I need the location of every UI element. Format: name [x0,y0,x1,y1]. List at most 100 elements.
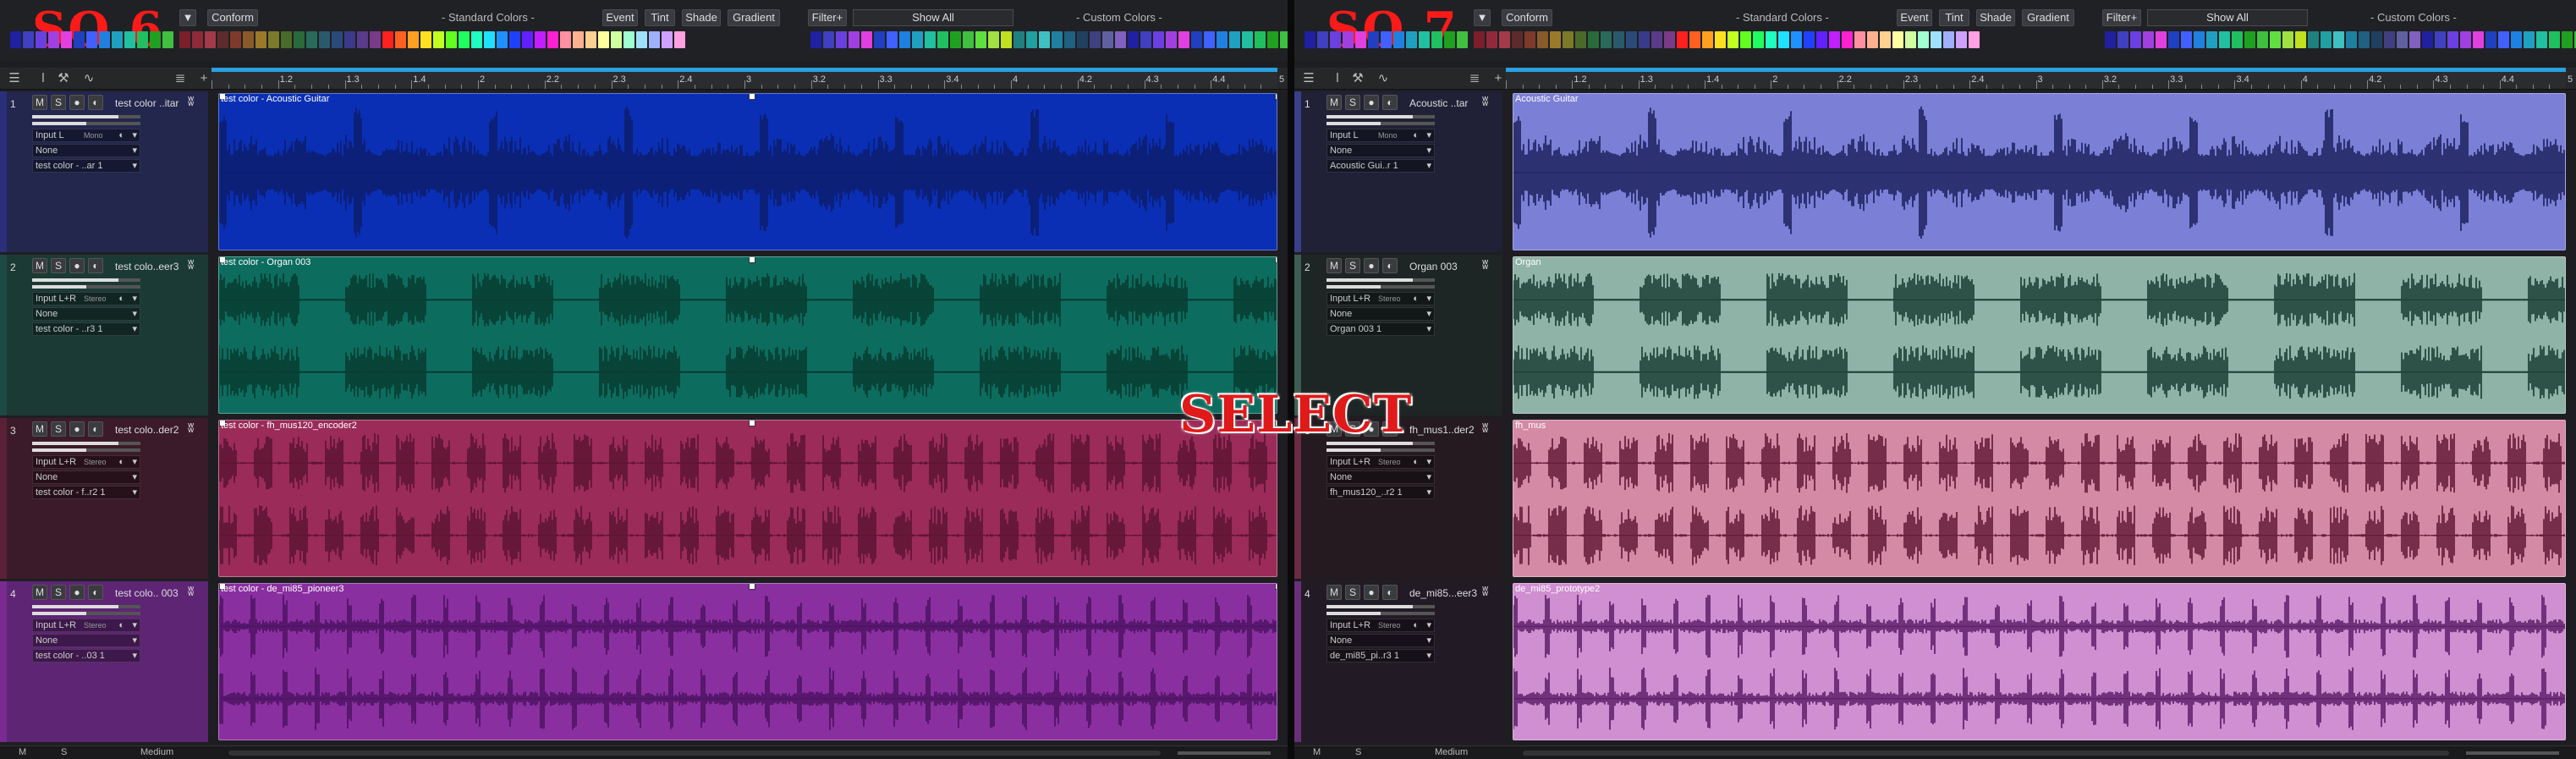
volume-fader[interactable] [1326,278,1435,282]
filter-button[interactable]: Filter+ [808,9,847,26]
color-swatch[interactable] [2371,31,2382,48]
color-swatch[interactable] [294,31,305,48]
color-swatch[interactable] [2473,31,2484,48]
list-icon[interactable]: ≣ [173,71,188,86]
color-swatch[interactable] [2244,31,2255,48]
color-swatch[interactable] [1829,31,1840,48]
loop-range[interactable] [211,68,1277,72]
color-swatch[interactable] [124,31,135,48]
color-swatch[interactable] [370,31,381,48]
color-swatch[interactable] [1563,31,1574,48]
color-swatch[interactable] [912,31,923,48]
color-swatch[interactable] [836,31,847,48]
audio-event[interactable]: fh_mus [1513,420,2566,577]
gradient-button[interactable]: Gradient [728,9,780,26]
shade-button[interactable]: Shade [682,9,721,26]
color-swatch[interactable] [925,31,936,48]
color-swatch[interactable] [433,31,444,48]
monitor-button[interactable]: ◐ [88,95,103,110]
pan-fader[interactable] [1326,612,1435,615]
track-color-strip[interactable] [1294,581,1301,742]
sidechain-select[interactable]: None ▾ [32,634,140,647]
insert-icon[interactable]: ǀ [36,71,51,86]
color-swatch[interactable] [1317,31,1328,48]
color-swatch[interactable] [2346,31,2357,48]
monitor-button[interactable]: ◐ [88,258,103,273]
color-swatch[interactable] [112,31,123,48]
color-swatch[interactable] [1153,31,1164,48]
conform-button[interactable]: Conform [207,9,258,26]
loop-range[interactable] [1506,68,2566,72]
sidechain-select[interactable]: None ▾ [1326,144,1435,157]
solo-button[interactable]: S [1345,258,1360,273]
color-swatch[interactable] [192,31,203,48]
track-color-strip[interactable] [0,418,7,579]
gradient-button[interactable]: Gradient [2022,9,2074,26]
output-select[interactable]: test color - ..ar 1 ▾ [32,159,140,173]
automation-icon[interactable]: ∿ [81,71,96,86]
solo-button[interactable]: S [51,585,66,600]
color-swatch[interactable] [2511,31,2522,48]
color-swatch[interactable] [484,31,495,48]
color-swatch[interactable] [395,31,406,48]
color-swatch[interactable] [1499,31,1510,48]
output-select[interactable]: Organ 003 1 ▾ [1326,322,1435,336]
palette-menu-button[interactable]: ▼ [1474,9,1491,26]
color-swatch[interactable] [1639,31,1650,48]
color-swatch[interactable] [1892,31,1903,48]
audio-event[interactable]: de_mi85_prototype2 [1513,583,2566,740]
sidechain-select[interactable]: None ▾ [32,307,140,321]
color-swatch[interactable] [810,31,821,48]
timeline-ruler[interactable]: 1.2 1.3 1.4 2 2.2 2.3 2.4 3 3.2 3.3 3.4 4 4.2 4.3 4.4 5 [1506,68,2573,90]
show-all-select[interactable]: Show All [853,9,1013,26]
zoom-slider[interactable] [1178,751,1271,755]
color-swatch[interactable] [2156,31,2167,48]
color-swatch[interactable] [217,31,228,48]
color-swatch[interactable] [823,31,834,48]
monitor-toggle-icon[interactable]: ◐ [1413,129,1419,141]
color-swatch[interactable] [937,31,948,48]
color-swatch[interactable] [1064,31,1075,48]
sidechain-select[interactable]: None ▾ [1326,470,1435,484]
color-swatch[interactable] [2524,31,2535,48]
color-swatch[interactable] [1474,31,1485,48]
output-select[interactable]: Acoustic Gui..r 1 ▾ [1326,159,1435,173]
color-swatch[interactable] [1330,31,1341,48]
color-swatch[interactable] [179,31,190,48]
color-swatch[interactable] [861,31,872,48]
color-swatch[interactable] [1039,31,1050,48]
sidechain-select[interactable]: None ▾ [1326,307,1435,321]
monitor-toggle-icon[interactable]: ◐ [118,293,124,305]
solo-button[interactable]: S [51,95,66,110]
color-swatch[interactable] [2498,31,2509,48]
input-select[interactable]: Input L+R Stereo ◐ ▾ [32,619,140,632]
color-swatch[interactable] [1740,31,1751,48]
audio-event[interactable]: test color - de_mi85_pioneer3 [218,583,1277,740]
color-swatch[interactable] [1766,31,1777,48]
waveform-icon[interactable]: ʬ [1482,258,1488,272]
monitor-button[interactable]: ◐ [88,421,103,437]
color-swatch[interactable] [1229,31,1240,48]
color-swatch[interactable] [1689,31,1700,48]
color-swatch[interactable] [382,31,393,48]
color-swatch[interactable] [1381,31,1392,48]
color-swatch[interactable] [1512,31,1523,48]
color-swatch[interactable] [1267,31,1278,48]
horizontal-scrollbar[interactable] [1523,751,2449,756]
color-swatch[interactable] [2460,31,2471,48]
color-swatch[interactable] [1204,31,1215,48]
timeline-ruler[interactable]: 1.2 1.3 1.4 2 2.2 2.3 2.4 3 3.2 3.3 3.4 4 4.2 4.3 4.4 5 [211,68,1284,90]
input-select[interactable]: Input L+R Stereo ◐ ▾ [1326,619,1435,632]
color-swatch[interactable] [1166,31,1177,48]
color-swatch[interactable] [1956,31,1967,48]
record-button[interactable]: ● [69,421,85,437]
sidechain-select[interactable]: None ▾ [32,144,140,157]
menu-icon[interactable]: ☰ [1301,71,1316,86]
color-swatch[interactable] [332,31,343,48]
monitor-button[interactable]: ◐ [1382,258,1398,273]
mute-button[interactable]: M [32,421,47,437]
color-swatch[interactable] [2447,31,2458,48]
mute-button[interactable]: M [1326,585,1342,600]
record-button[interactable]: ● [69,258,85,273]
track-header[interactable]: 4 M S ● ◐ de_mi85...eer3 ʬ Input L+R Stereo ◐ ▾ Non… [1294,581,1502,742]
